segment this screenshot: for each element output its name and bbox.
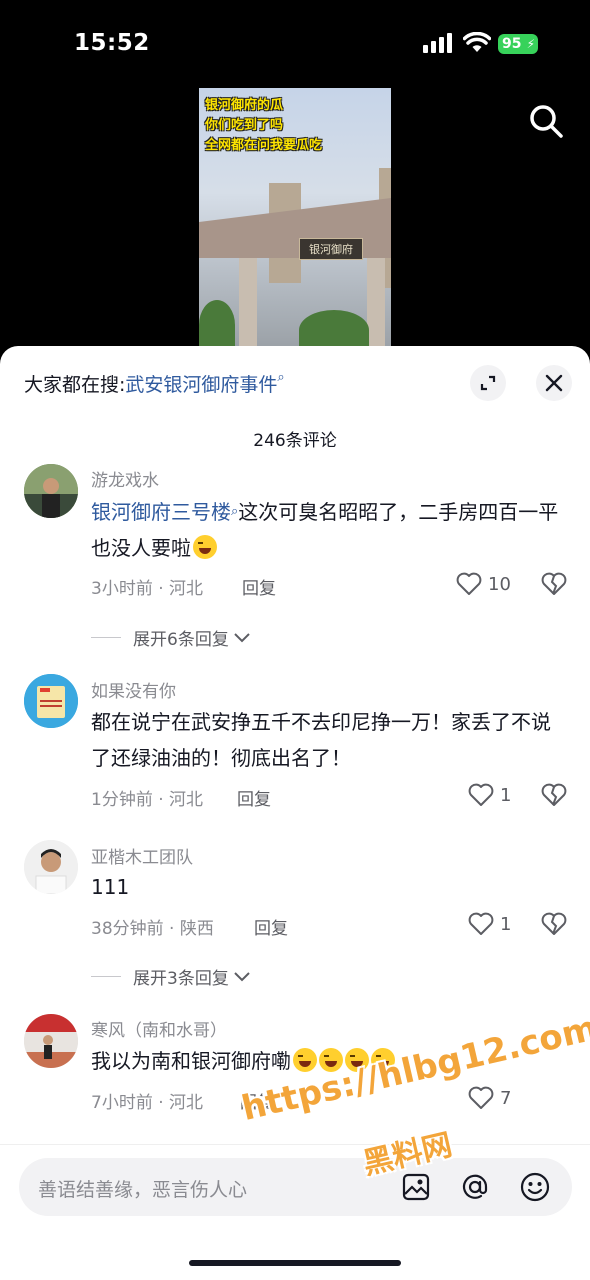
hot-search[interactable]: 大家都在搜:武安银河御府事件⌕ [24, 370, 285, 397]
expand-button[interactable] [470, 365, 506, 401]
comment-sheet: 大家都在搜:武安银河御府事件⌕ 246条评论 [0, 346, 590, 1280]
reply-button[interactable]: 回复 [237, 785, 271, 810]
search-icon[interactable] [528, 103, 564, 139]
comment-text: 111 [91, 875, 130, 899]
username[interactable]: 如果没有你 [91, 677, 176, 702]
status-bar: 15:52 95 ⚡ [0, 0, 590, 88]
comment-count: 246条评论 [253, 431, 337, 451]
comment-meta: 7小时前 · 河北 [91, 1093, 204, 1113]
heart-icon [468, 912, 494, 935]
reply-button[interactable]: 回复 [240, 1088, 274, 1113]
chevron-down-icon [234, 632, 250, 642]
battery-level: 95 [502, 36, 522, 52]
comment-link[interactable]: 银河御府三号楼 [91, 500, 231, 524]
username[interactable]: 亚楷木工团队 [91, 843, 193, 868]
heart-icon [456, 572, 482, 595]
reply-button[interactable]: 回复 [254, 914, 288, 939]
laugh-cry-emoji-icon [319, 1048, 343, 1072]
avatar[interactable] [24, 674, 78, 728]
close-button[interactable] [536, 365, 572, 401]
like-count: 10 [488, 573, 511, 595]
status-time: 15:52 [74, 30, 150, 56]
heart-icon [468, 783, 494, 806]
like-count: 1 [500, 784, 512, 806]
fullscreen-icon [480, 375, 496, 391]
avatar[interactable] [24, 1014, 78, 1068]
chevron-down-icon [234, 971, 250, 981]
broken-heart-icon[interactable] [541, 912, 567, 936]
mention-icon[interactable] [460, 1172, 490, 1202]
heart-icon [468, 1086, 494, 1109]
avatar[interactable] [24, 464, 78, 518]
avatar[interactable] [24, 840, 78, 894]
expand-replies[interactable]: 展开6条回复 [91, 625, 251, 650]
comment-text: 都在说宁在武安挣五千不去印尼挣一万！家丢了不说了还绿油油的！彻底出名了！ [91, 710, 551, 770]
like-button[interactable]: 10 [456, 572, 511, 596]
comment-text: 我以为南和银河御府嘞 [91, 1043, 561, 1079]
laugh-cry-emoji-icon [193, 535, 217, 559]
username[interactable]: 寒风（南和水哥） [91, 1016, 227, 1041]
comment-input[interactable]: 善语结善缘，恶言伤人心 [19, 1158, 572, 1216]
like-button[interactable]: 7 [468, 1086, 511, 1110]
expand-replies[interactable]: 展开3条回复 [91, 964, 251, 989]
laugh-cry-emoji-icon [371, 1048, 395, 1072]
laugh-cry-emoji-icon [293, 1048, 317, 1072]
username[interactable]: 游龙戏水 [91, 466, 159, 491]
search-mini-icon: ⌕ [277, 370, 285, 385]
like-count: 7 [500, 1087, 512, 1109]
like-count: 1 [500, 913, 512, 935]
gate-sign: 银河御府 [299, 238, 363, 260]
broken-heart-icon[interactable] [541, 783, 567, 807]
image-icon[interactable] [402, 1173, 430, 1201]
comment-meta: 3小时前 · 河北 [91, 579, 204, 599]
wifi-icon [463, 32, 491, 52]
emoji-icon[interactable] [520, 1172, 550, 1202]
home-indicator[interactable] [189, 1260, 401, 1266]
hot-search-link[interactable]: 武安银河御府事件 [125, 374, 277, 396]
comment-text: 银河御府三号楼⌕这次可臭名昭昭了，二手房四百一平也没人要啦 [91, 500, 559, 560]
broken-heart-icon[interactable] [541, 572, 567, 596]
like-button[interactable]: 1 [468, 912, 511, 936]
reply-button[interactable]: 回复 [242, 574, 276, 599]
like-button[interactable]: 1 [468, 783, 511, 807]
video-caption: 银河御府的瓜 你们吃到了吗 全网都在问我要瓜吃 [205, 98, 323, 153]
video-preview[interactable]: 银河御府 银河御府的瓜 你们吃到了吗 全网都在问我要瓜吃 [199, 88, 391, 350]
comment-meta: 1分钟前 · 河北 [91, 790, 204, 810]
comment-input-placeholder: 善语结善缘，恶言伤人心 [38, 1179, 248, 1201]
laugh-cry-emoji-icon [345, 1048, 369, 1072]
cellular-signal-icon [423, 33, 453, 53]
battery-icon: 95 ⚡ [498, 34, 538, 54]
close-icon [545, 374, 563, 392]
comment-meta: 38分钟前 · 陕西 [91, 919, 214, 939]
